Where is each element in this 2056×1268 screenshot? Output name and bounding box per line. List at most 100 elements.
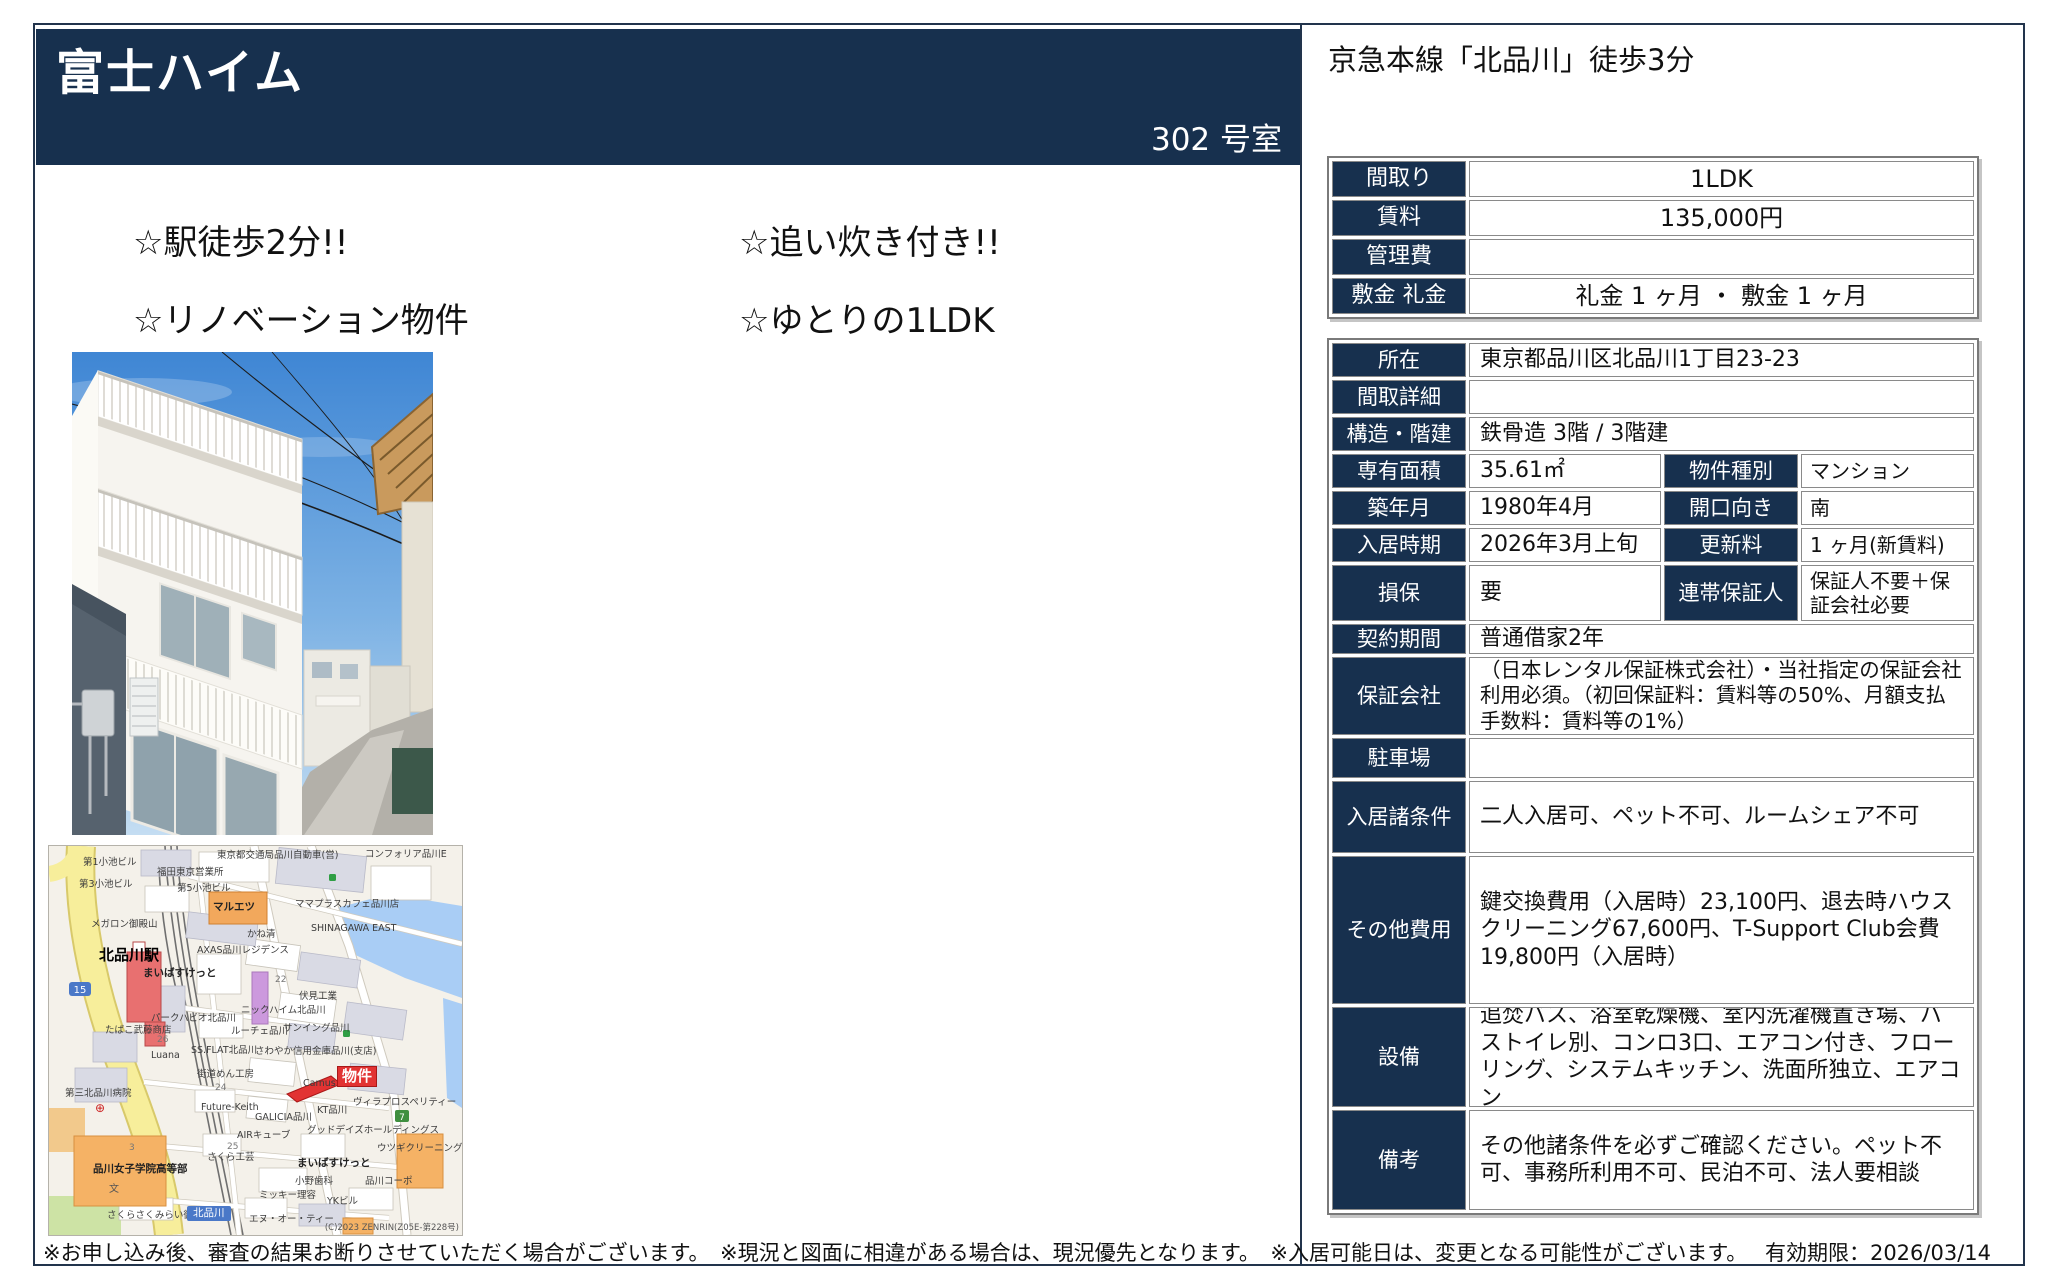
row-value: 鉄骨造 3階 / 3階建 — [1469, 417, 1974, 451]
map-label: かね清 — [247, 930, 276, 940]
map-label: 第3小池ビル — [79, 880, 133, 890]
map-label: GALICIA品川 — [255, 1113, 312, 1123]
table-row: その他費用鍵交換費用（入居時）23,100円、退去時ハウスクリーニング67,60… — [1332, 856, 1974, 1004]
room-number: 302 号室 — [1151, 114, 1282, 159]
table-row: 損保要連帯保証人保証人不要＋保証会社必要 — [1332, 565, 1974, 621]
map-label: 東京都交通局品川自動車(営) — [217, 851, 338, 861]
flyer-page: 富士ハイム 302 号室 京急本線「北品川」徒歩3分 ☆駅徒歩2分!! ☆追い炊… — [33, 23, 2025, 1266]
row-label: 損保 — [1332, 565, 1466, 621]
road-name-sign: 北品川 — [187, 1206, 231, 1221]
map-label: Camus — [303, 1079, 336, 1089]
flyer-header: 富士ハイム 302 号室 — [36, 29, 1300, 165]
table-row: 敷金 礼金礼金 1 ヶ月 ・ 敷金 1 ヶ月 — [1332, 278, 1974, 314]
access-line: 京急本線「北品川」徒歩3分 — [1328, 37, 1694, 79]
map-label: KT品川 — [317, 1106, 347, 1116]
row-label: 物件種別 — [1664, 454, 1798, 488]
vertical-divider — [1300, 25, 1302, 1264]
row-label: その他費用 — [1332, 856, 1466, 1004]
table-row: 保証会社（日本レンタル保証株式会社）・当社指定の保証会社利用必須。（初回保証料：… — [1332, 657, 1974, 735]
row-label: 間取詳細 — [1332, 380, 1466, 414]
map-label: ルーチェ品川 — [231, 1027, 288, 1037]
map-label: まいばすけっと — [143, 968, 217, 979]
table-row: 築年月1980年4月開口向き南 — [1332, 491, 1974, 525]
row-value: （日本レンタル保証株式会社）・当社指定の保証会社利用必須。（初回保証料：賃料等の… — [1469, 657, 1974, 735]
map-label: ウツギクリーニング — [377, 1144, 463, 1154]
map-label: 22 — [275, 976, 286, 985]
map-label: 24 — [215, 1084, 226, 1093]
map-label: Luana — [151, 1051, 180, 1061]
row-label: 間取り — [1332, 161, 1466, 197]
row-value: マンション — [1801, 454, 1974, 488]
row-label: 契約期間 — [1332, 624, 1466, 654]
map-label: 北品川駅 — [99, 948, 159, 963]
map-label: 25 — [227, 1143, 238, 1152]
table-row: 契約期間普通借家2年 — [1332, 624, 1974, 654]
map-label: まいばすけっと — [297, 1158, 371, 1169]
table-row: 管理費 — [1332, 239, 1974, 275]
map-label: 街道めん工房 — [197, 1070, 254, 1080]
row-value: 1LDK — [1469, 161, 1974, 197]
row-value: 要 — [1469, 565, 1661, 621]
map-label: YKビル — [327, 1197, 358, 1207]
map-label: AXAS品川レジデンス — [197, 946, 289, 956]
row-value: 35.61㎡ — [1469, 454, 1661, 488]
row-label: 所在 — [1332, 343, 1466, 377]
row-label: 設備 — [1332, 1007, 1466, 1107]
map-label: サンイング品川 — [283, 1024, 350, 1034]
row-label: 築年月 — [1332, 491, 1466, 525]
map-label: 品川コーポ — [365, 1177, 413, 1187]
row-value: 2026年3月上旬 — [1469, 528, 1661, 562]
table-row: 入居時期2026年3月上旬更新料1 ヶ月(新賃料) — [1332, 528, 1974, 562]
table-row: 設備追焚バス、浴室乾燥機、室内洗濯機置き場、バストイレ別、コンロ3口、エアコン付… — [1332, 1007, 1974, 1107]
table-row: 間取り1LDK — [1332, 161, 1974, 197]
row-label: 入居時期 — [1332, 528, 1466, 562]
map-label: さくら工芸 — [207, 1153, 255, 1163]
row-value: 南 — [1801, 491, 1974, 525]
row-value: 普通借家2年 — [1469, 624, 1974, 654]
map-label: SS.FLAT北品川 — [191, 1046, 257, 1056]
feature-item: ☆駅徒歩2分!! — [133, 215, 348, 264]
row-label: 構造・階建 — [1332, 417, 1466, 451]
expiry-date: 有効期限：2026/03/14 — [1765, 1237, 1991, 1267]
map-label: メガロン御殿山 — [91, 920, 158, 930]
row-value: 1 ヶ月(新賃料) — [1801, 528, 1974, 562]
map-label: 3 — [129, 1144, 135, 1153]
summary-table: 間取り1LDK賃料135,000円管理費敷金 礼金礼金 1 ヶ月 ・ 敷金 1 … — [1327, 156, 1979, 319]
row-value: 1980年4月 — [1469, 491, 1661, 525]
row-value: 東京都品川区北品川1丁目23-23 — [1469, 343, 1974, 377]
row-label: 連帯保証人 — [1664, 565, 1798, 621]
table-row: 専有面積35.61㎡物件種別マンション — [1332, 454, 1974, 488]
map-label: ヴィラプロスペリティー — [353, 1098, 456, 1108]
table-row: 間取詳細 — [1332, 380, 1974, 414]
row-value: 135,000円 — [1469, 200, 1974, 236]
map-label: SHINAGAWA EAST — [311, 924, 396, 934]
map-label: ママプラスカフェ品川店 — [295, 900, 399, 910]
map-label: 第1小池ビル — [83, 858, 137, 868]
map-label: コンフォリア品川E — [365, 850, 447, 860]
map-label: 品川女子学院高等部 — [93, 1164, 188, 1175]
map-attribution: (C)2023 ZENRIN(Z05E-第228号) — [325, 1221, 459, 1233]
feature-item: ☆ゆとりの1LDK — [739, 293, 995, 342]
map-label: 伏見工業 — [299, 992, 337, 1002]
row-value — [1469, 239, 1974, 275]
map-label: マルエツ — [213, 902, 255, 913]
table-row: 賃料135,000円 — [1332, 200, 1974, 236]
row-value: 保証人不要＋保証会社必要 — [1801, 565, 1974, 621]
row-label: 保証会社 — [1332, 657, 1466, 735]
table-row: 所在東京都品川区北品川1丁目23-23 — [1332, 343, 1974, 377]
map-label: パークハビオ北品川 — [151, 1014, 236, 1024]
map-label: 小野歯科 — [295, 1177, 333, 1187]
map-label: 福田東京営業所 — [157, 868, 224, 878]
map-label: さわやか信用金庫品川(支店) — [255, 1047, 376, 1057]
table-row: 入居諸条件二人入居可、ペット不可、ルームシェア不可 — [1332, 781, 1974, 853]
row-label: 賃料 — [1332, 200, 1466, 236]
map-label: 26 — [157, 1036, 168, 1045]
map-label: エヌ・オー・ティー — [249, 1215, 334, 1225]
row-value: その他諸条件を必ずご確認ください。ペット不可、事務所利用不可、民泊不可、法人要相… — [1469, 1110, 1974, 1210]
row-value: 二人入居可、ペット不可、ルームシェア不可 — [1469, 781, 1974, 853]
row-label: 駐車場 — [1332, 738, 1466, 778]
location-map: ⊕ 文 15 7 第1小池ビル東京都交通局品川自動車(営)コンフォリア品川E第3… — [48, 845, 463, 1236]
table-row: 駐車場 — [1332, 738, 1974, 778]
row-label: 更新料 — [1664, 528, 1798, 562]
row-label: 開口向き — [1664, 491, 1798, 525]
